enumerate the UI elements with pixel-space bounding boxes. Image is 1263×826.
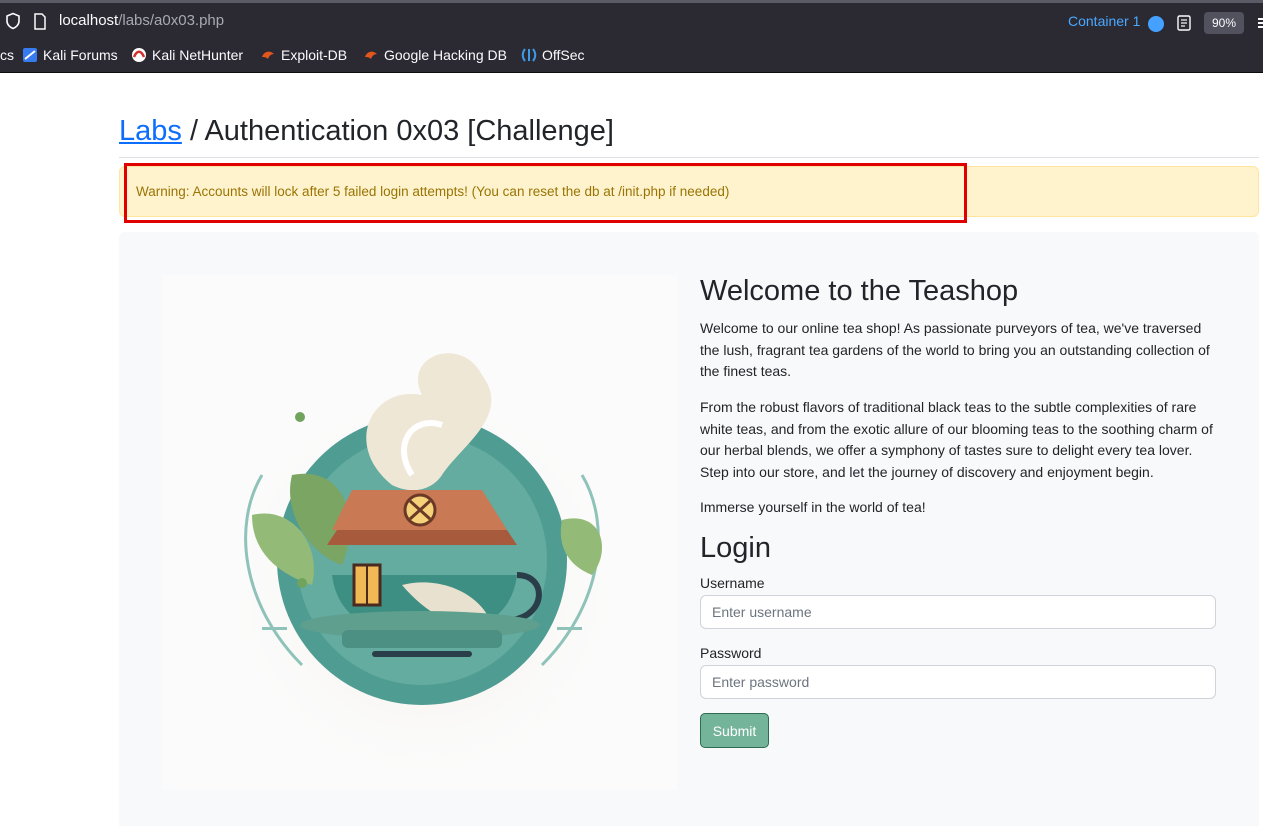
kali-forums-icon — [23, 48, 37, 62]
bookmark-label: Kali Forums — [43, 47, 118, 63]
bookmark-google-hacking-db[interactable]: Google Hacking DB — [363, 47, 507, 63]
offsec-icon — [521, 48, 537, 62]
shield-icon[interactable] — [4, 12, 22, 30]
bookmark-label: cs — [0, 47, 14, 63]
zoom-level-button[interactable]: 90% — [1204, 12, 1244, 34]
intro-paragraph: Welcome to our online tea shop! As passi… — [700, 320, 1210, 379]
bookmark-label: Google Hacking DB — [384, 47, 507, 63]
url-host: localhost — [59, 12, 119, 29]
username-label: Username — [700, 575, 765, 591]
menu-icon[interactable] — [1256, 15, 1263, 31]
bookmark-cs[interactable]: cs — [0, 47, 14, 63]
teashop-illustration — [162, 275, 677, 790]
kali-nethunter-icon — [132, 48, 146, 62]
page-title: Labs / Authentication 0x03 [Challenge] — [119, 115, 614, 148]
bookmarks-bar: cs Kali Forums Kali NetHunter Exploit-DB… — [0, 38, 1263, 73]
bookmark-kali-forums[interactable]: Kali Forums — [22, 47, 118, 63]
bookmark-label: Exploit-DB — [281, 47, 348, 63]
container-icon[interactable] — [1148, 16, 1164, 32]
welcome-title: Welcome to the Teashop — [700, 275, 1019, 307]
reader-view-icon[interactable] — [1177, 15, 1191, 31]
bookmark-offsec[interactable]: OffSec — [521, 47, 585, 63]
bookmark-kali-nethunter[interactable]: Kali NetHunter — [131, 47, 243, 63]
exploit-db-icon — [262, 51, 274, 59]
address-field[interactable]: localhost/labs/a0x03.php — [59, 12, 224, 29]
tagline-paragraph: Immerse yourself in the world of tea! — [700, 499, 926, 515]
breadcrumb-current: / Authentication 0x03 [Challenge] — [181, 115, 614, 147]
submit-button[interactable]: Submit — [700, 713, 769, 748]
description-paragraph: From the robust flavors of traditional b… — [700, 399, 1213, 480]
page-icon — [34, 13, 46, 30]
username-input[interactable] — [700, 595, 1216, 629]
bookmark-label: Kali NetHunter — [152, 47, 244, 63]
login-title: Login — [700, 532, 771, 564]
browser-url-bar: localhost/labs/a0x03.php Container 1 90% — [0, 0, 1263, 38]
password-label: Password — [700, 645, 762, 661]
bookmark-label: OffSec — [542, 47, 585, 63]
breadcrumb-labs-link[interactable]: Labs — [119, 115, 182, 147]
bookmark-exploit-db[interactable]: Exploit-DB — [260, 47, 347, 63]
url-path: /labs/a0x03.php — [118, 12, 225, 29]
container-label[interactable]: Container 1 — [1068, 13, 1140, 29]
password-input[interactable] — [700, 665, 1216, 699]
google-hacking-db-icon — [365, 51, 377, 59]
divider — [119, 157, 1259, 158]
highlight-annotation-box — [124, 163, 967, 223]
